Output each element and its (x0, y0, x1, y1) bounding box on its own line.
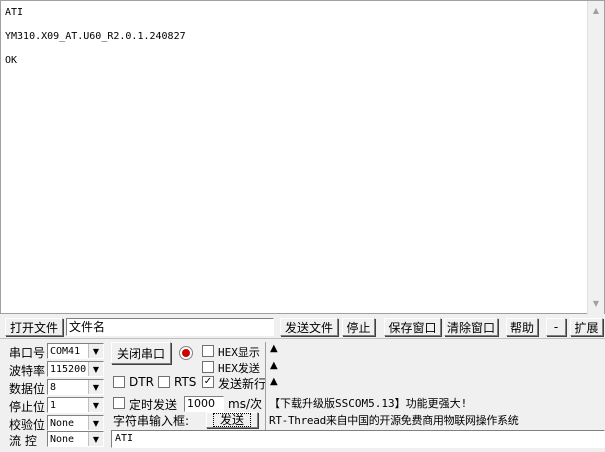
receive-text: ATI YM310.X09_AT.U60_R2.0.1.240827 OK (5, 7, 186, 67)
terminal-line: ATI (5, 7, 24, 18)
collapse-button[interactable]: - (546, 318, 566, 336)
chevron-down-icon: ▼ (88, 398, 103, 412)
expand-button[interactable]: 扩展 (570, 318, 603, 336)
flow-label: 流 控 (9, 434, 37, 448)
clear-window-button[interactable]: 清除窗口 (444, 318, 498, 336)
panel-divider (265, 342, 266, 430)
dtr-checkbox[interactable] (113, 376, 125, 388)
help-button[interactable]: 帮助 (506, 318, 538, 336)
chevron-down-icon: ▼ (88, 380, 103, 394)
scroll-up-icon[interactable]: ▲ (588, 2, 604, 18)
timed-send-checkbox[interactable] (113, 397, 125, 409)
flow-select[interactable]: None ▼ (47, 431, 104, 447)
dtr-label: DTR (129, 375, 154, 389)
port-label: 串口号 (9, 346, 46, 360)
send-newline-checkbox[interactable]: ✓ (202, 376, 214, 388)
stopbits-label: 停止位 (9, 400, 46, 414)
receive-text-area[interactable]: ATI YM310.X09_AT.U60_R2.0.1.240827 OK ▲ … (0, 0, 605, 315)
chevron-down-icon: ▼ (88, 362, 103, 376)
rts-checkbox[interactable] (158, 376, 170, 388)
send-file-button[interactable]: 发送文件 (280, 318, 338, 336)
send-button[interactable]: 发送 (206, 412, 258, 428)
interval-unit-label: ms/次 (228, 397, 262, 411)
databits-select[interactable]: 8 ▼ (47, 379, 104, 395)
stopbits-select[interactable]: 1 ▼ (47, 397, 104, 413)
chevron-down-icon: ▼ (88, 416, 103, 430)
port-select[interactable]: COM41 ▼ (47, 343, 104, 359)
check-icon: ✓ (203, 376, 213, 387)
terminal-line: YM310.X09_AT.U60_R2.0.1.240827 (5, 31, 186, 42)
interval-input[interactable]: 1000 (184, 396, 224, 412)
hex-send-label: HEX发送 (218, 362, 260, 375)
send-text-input[interactable]: ATI (111, 430, 605, 448)
send-newline-label: 发送新行 (218, 377, 267, 391)
databits-label: 数据位 (9, 382, 46, 396)
upgrade-ad-link[interactable]: 【下载升级版SSCOM5.13】功能更强大! (269, 395, 467, 411)
parity-label: 校验位 (9, 418, 46, 432)
save-window-button[interactable]: 保存窗口 (384, 318, 441, 336)
open-file-button[interactable]: 打开文件 (5, 318, 63, 336)
timed-send-label: 定时发送 (129, 398, 178, 412)
hex-send-checkbox[interactable] (202, 361, 214, 373)
hex-display-checkbox[interactable] (202, 345, 214, 357)
close-port-button[interactable]: 关闭串口 (111, 342, 171, 364)
port-status-icon (179, 346, 193, 360)
baud-select[interactable]: 115200 ▼ (47, 361, 104, 377)
filename-field[interactable]: 文件名 (66, 318, 274, 336)
triangle-up-icon[interactable]: ▲ (270, 343, 278, 354)
stop-button[interactable]: 停止 (342, 318, 375, 336)
chevron-down-icon: ▼ (88, 344, 103, 358)
parity-select[interactable]: None ▼ (47, 415, 104, 431)
chevron-down-icon: ▼ (88, 432, 103, 446)
triangle-up-icon[interactable]: ▲ (270, 376, 278, 387)
scroll-down-icon[interactable]: ▼ (588, 295, 604, 311)
triangle-up-icon[interactable]: ▲ (270, 360, 278, 371)
baud-label: 波特率 (9, 364, 46, 378)
terminal-line: OK (5, 55, 18, 66)
rt-thread-ad-link[interactable]: RT-Thread来自中国的开源免费商用物联网操作系统 (269, 412, 519, 428)
vertical-scrollbar[interactable]: ▲ ▼ (587, 1, 604, 315)
string-input-label: 字符串输入框: (113, 414, 190, 428)
rts-label: RTS (174, 375, 197, 389)
hex-display-label: HEX显示 (218, 346, 260, 359)
